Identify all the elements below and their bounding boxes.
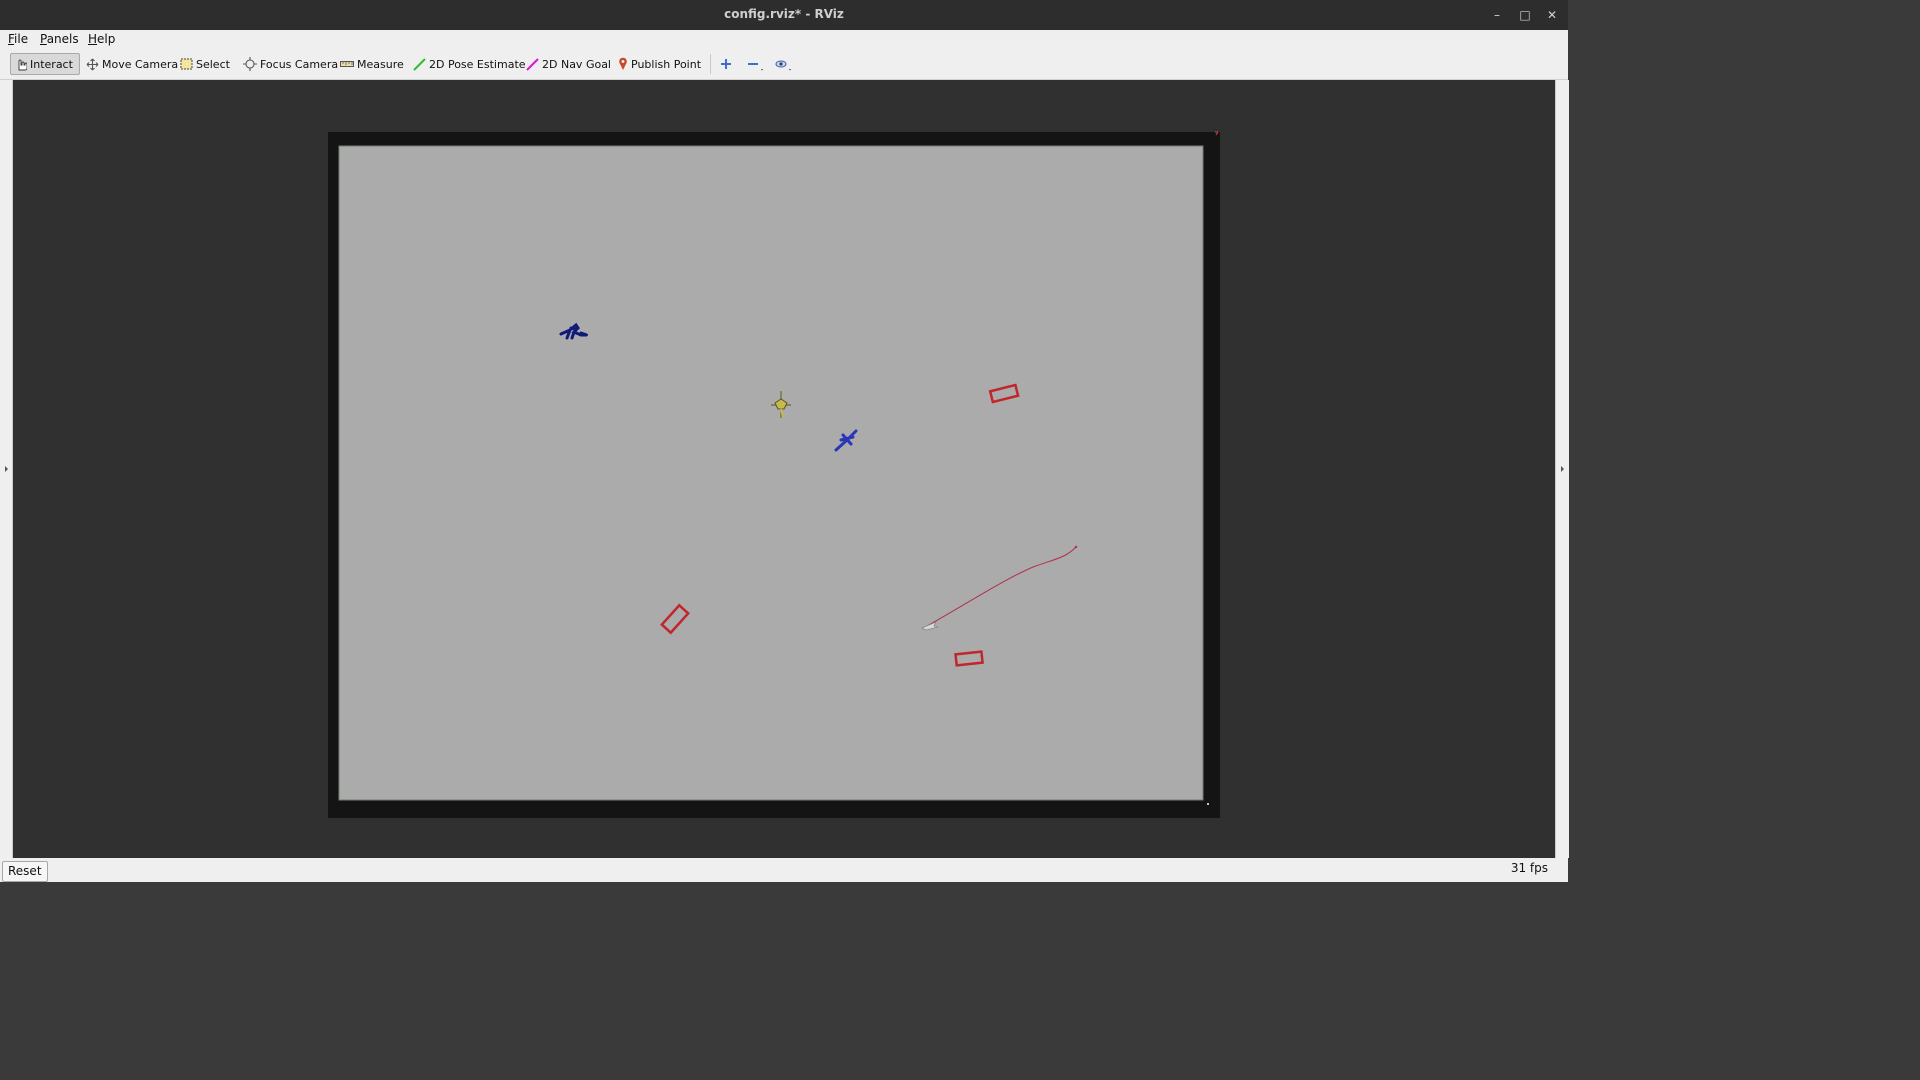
2d-pose-estimate-tool-button[interactable]: 2D Pose Estimate [409,53,530,75]
ruler-icon [340,61,354,67]
window-title: config.rviz* - RViz [724,7,844,21]
move-camera-icon [86,58,99,70]
right-panel-collapsed-strip[interactable] [1555,80,1569,858]
menu-panels-label: anels [46,32,79,46]
move-camera-tool-button[interactable]: Move Camera [82,53,182,75]
2d-pose-estimate-tool-label: 2D Pose Estimate [429,57,526,71]
map-canvas[interactable] [13,80,1555,858]
menu-file[interactable]: File [8,32,28,46]
menu-panels-mnemonic: P [40,32,47,46]
menu-help-label: elp [97,32,116,46]
close-icon[interactable]: ✕ [1543,6,1561,24]
remove-tool-button[interactable] [743,53,767,75]
minimize-icon[interactable]: – [1488,6,1506,24]
focus-camera-tool-button[interactable]: Focus Camera [239,53,342,75]
path-goal-point [1074,545,1078,549]
reset-button[interactable]: Reset [2,861,48,882]
title-bar: config.rviz* - RViz – □ ✕ [0,0,1568,30]
3d-render-view[interactable] [13,80,1555,858]
interact-tool-button[interactable]: Interact [10,53,80,75]
menu-help[interactable]: Help [88,32,115,46]
map-free-space [338,145,1204,801]
green-arrow-icon [413,57,426,71]
focus-camera-tool-label: Focus Camera [260,57,339,71]
fps-readout: 31 fps [1510,861,1548,875]
publish-point-tool-label: Publish Point [631,57,702,71]
maximize-icon[interactable]: □ [1516,6,1534,24]
select-rectangle-icon [180,58,193,70]
map-pin-icon [619,57,627,70]
toolbar-separator [710,54,711,74]
expand-left-panel-icon[interactable] [5,466,8,472]
hand-cursor-icon [18,59,27,70]
publish-point-tool-button[interactable]: Publish Point [614,53,705,75]
2d-nav-goal-tool-label: 2D Nav Goal [542,57,611,71]
add-tool-icon [721,59,731,69]
interact-tool-label: Interact [30,57,73,71]
remove-tool-icon [748,63,763,71]
menu-bar: File Panels Help [0,30,1568,49]
measure-tool-label: Measure [357,57,404,71]
move-camera-tool-label: Move Camera [102,57,179,71]
map-corner-dot [1207,803,1209,805]
magenta-arrow-icon [526,57,539,71]
select-tool-button[interactable]: Select [176,53,234,75]
select-tool-label: Select [196,57,230,71]
menu-help-mnemonic: H [88,32,98,46]
add-tool-button[interactable] [716,53,736,75]
status-bar: Reset 31 fps [0,858,1568,882]
tool-bar: Interact Move Camera Select Focus Camera… [0,49,1568,80]
camera-type-icon [775,60,791,71]
left-panel-collapsed-strip[interactable] [0,80,13,858]
menu-panels[interactable]: Panels [40,32,79,46]
2d-nav-goal-tool-button[interactable]: 2D Nav Goal [522,53,615,75]
camera-type-button[interactable] [771,53,795,75]
menu-file-label: ile [14,32,29,46]
expand-right-panel-icon[interactable] [1561,466,1564,472]
focus-camera-icon [243,57,257,71]
measure-tool-button[interactable]: Measure [336,53,408,75]
